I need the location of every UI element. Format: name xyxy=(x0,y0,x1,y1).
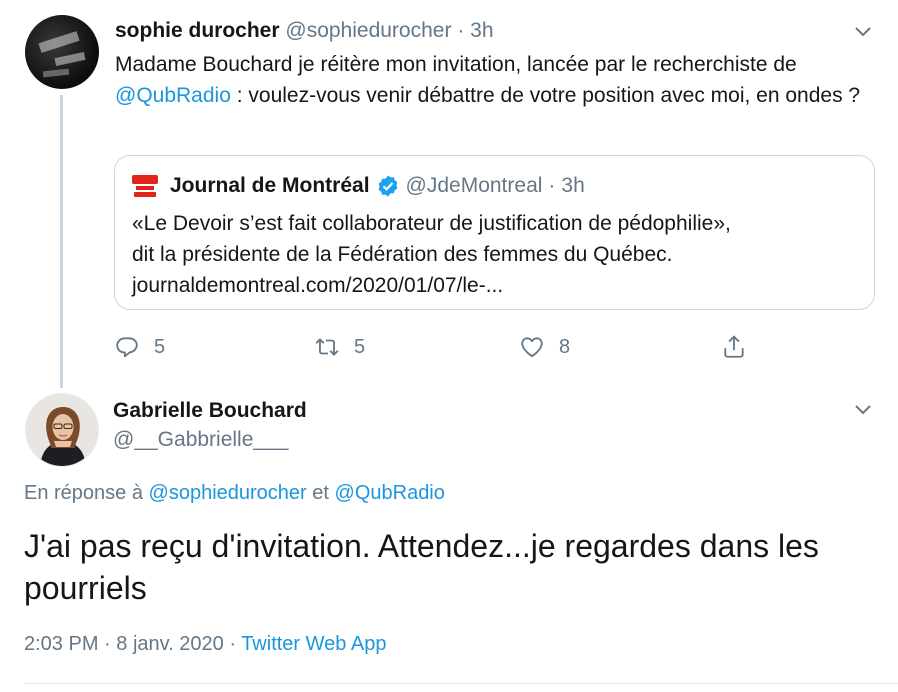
reply-icon xyxy=(116,337,138,358)
tweet-text-part: : voulez-vous venir débattre de votre po… xyxy=(230,84,861,107)
quoted-author-handle: @JdeMontreal xyxy=(405,174,543,197)
avatar-street-sign xyxy=(38,31,80,53)
mention-link[interactable]: @sophiedurocher xyxy=(149,482,307,504)
heart-icon xyxy=(521,337,543,358)
tweet-date[interactable]: 8 janv. 2020 xyxy=(116,633,224,655)
share-button[interactable] xyxy=(721,333,761,361)
mention-link[interactable]: @QubRadio xyxy=(115,84,231,107)
separator-dot: · xyxy=(548,174,556,197)
retweet-count: 5 xyxy=(354,335,366,358)
source-link[interactable]: Twitter Web App xyxy=(241,633,386,655)
separator-dot: · xyxy=(457,19,465,42)
journal-logo-icon xyxy=(132,175,158,199)
divider xyxy=(24,683,898,684)
avatar-street-sign xyxy=(54,51,86,67)
reply-and: et xyxy=(306,482,335,504)
tweet-text: J'ai pas reçu d'invitation. Attendez...j… xyxy=(24,528,819,606)
tweet-time[interactable]: 2:03 PM xyxy=(24,633,98,655)
tweet-meta: 2:03 PM · 8 janv. 2020 · Twitter Web App xyxy=(24,633,386,656)
quoted-tweet[interactable]: Journal de Montréal @JdeMontreal · 3h «L… xyxy=(114,155,875,310)
quoted-text-line: dit la présidente de la Fédération des f… xyxy=(132,243,673,266)
separator-dot: · xyxy=(98,633,117,655)
share-icon xyxy=(724,335,744,358)
retweet-icon xyxy=(315,338,339,356)
tweet-header: sophie durocher @sophiedurocher · 3h xyxy=(115,19,494,43)
chevron-down-icon[interactable] xyxy=(854,404,872,416)
reply-button[interactable]: 5 xyxy=(114,333,165,361)
reply-prefix: En réponse à xyxy=(24,482,149,504)
avatar[interactable] xyxy=(25,15,99,89)
reply-count: 5 xyxy=(154,335,166,358)
quoted-header: Journal de Montréal @JdeMontreal · 3h xyxy=(170,174,585,198)
quoted-text: «Le Devoir s’est fait collaborateur de j… xyxy=(132,208,867,301)
author-handle[interactable]: @sophiedurocher xyxy=(285,19,451,42)
avatar-street-sign xyxy=(42,68,70,78)
author-name[interactable]: Gabrielle Bouchard xyxy=(113,399,307,423)
separator-dot: · xyxy=(223,633,242,655)
tweet-text: Madame Bouchard je réitère mon invitatio… xyxy=(115,49,885,111)
thread-line xyxy=(60,95,63,388)
mention-link[interactable]: @QubRadio xyxy=(335,482,445,504)
tweet-sophie[interactable]: sophie durocher @sophiedurocher · 3h Mad… xyxy=(0,0,898,388)
like-count: 8 xyxy=(559,335,571,358)
verified-badge-icon xyxy=(378,175,397,197)
author-name[interactable]: sophie durocher xyxy=(115,19,280,42)
avatar-portrait xyxy=(26,394,98,466)
quoted-text-line: «Le Devoir s’est fait collaborateur de j… xyxy=(132,212,731,235)
tweet-actions: 5 5 8 xyxy=(114,333,774,361)
tweet-text-part: Madame Bouchard je réitère mon invitatio… xyxy=(115,53,797,76)
quoted-link-text: journaldemontreal.com/2020/01/07/le-... xyxy=(132,274,504,297)
quoted-author-name: Journal de Montréal xyxy=(170,174,370,197)
quoted-time: 3h xyxy=(561,174,585,197)
avatar[interactable] xyxy=(25,393,99,467)
retweet-button[interactable]: 5 xyxy=(314,333,365,361)
like-button[interactable]: 8 xyxy=(519,333,570,361)
reply-context: En réponse à @sophiedurocher et @QubRadi… xyxy=(24,482,445,505)
author-handle[interactable]: @__Gabbrielle___ xyxy=(113,428,288,452)
tweet-time[interactable]: 3h xyxy=(470,19,493,42)
chevron-down-icon[interactable] xyxy=(854,26,872,38)
